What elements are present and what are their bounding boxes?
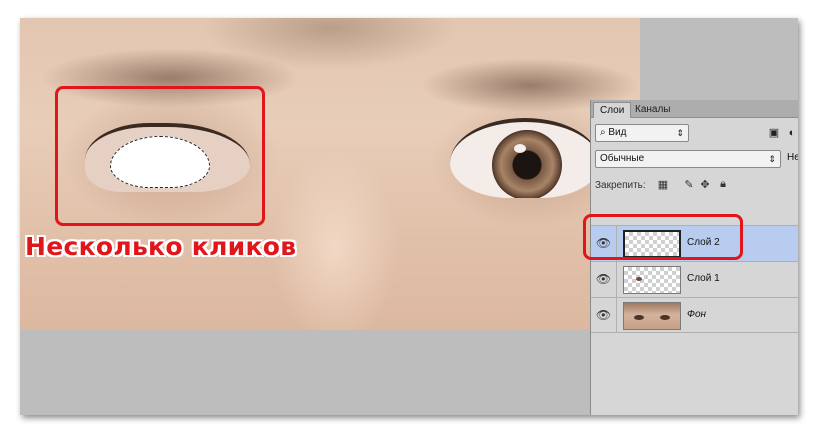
updown-arrows-icon: ⇕ [676,128,684,138]
lock-row: Закрепить: ▦ ✎ ✥ 🔒︎ [591,178,798,194]
filter-row: ⌕ Вид ⇕ ▣ ◐ [591,124,798,144]
tab-layers[interactable]: Слои [593,102,632,118]
lock-transparent-icon[interactable]: ▦ [657,178,669,191]
lock-all-icon[interactable]: 🔒︎ [717,178,729,191]
tab-channels[interactable]: Каналы [629,102,677,118]
screenshot-frame: Несколько кликов Слои Каналы ⌕ Вид ⇕ ▣ ◐… [20,18,798,415]
right-eyelid [450,118,600,198]
eye-visibility-icon[interactable]: 👁︎ [591,262,617,297]
blend-row: Обычные ⇕ Не [591,150,798,170]
thumb-mark [636,277,642,281]
layer-row[interactable]: 👁︎ Слой 1 [591,261,798,297]
callout-box-layer [583,214,743,260]
iris [492,130,562,198]
updown-arrows-icon: ⇕ [768,154,776,164]
adjustment-filter-icon[interactable]: ◐ [785,126,798,140]
lock-move-icon[interactable]: ✥ [699,178,711,191]
layers-panel: Слои Каналы ⌕ Вид ⇕ ▣ ◐ Обычные ⇕ Не Зак… [583,100,798,415]
eye-visibility-icon[interactable]: 👁︎ [591,298,617,332]
right-eye [450,118,600,198]
image-canvas[interactable]: Несколько кликов [20,18,640,330]
blend-mode-label: Обычные [600,153,645,164]
blend-mode-select[interactable]: Обычные ⇕ [595,150,781,168]
thumb-eye [634,315,644,320]
layer-row[interactable]: 👁︎ Фон [591,297,798,333]
opacity-label: Не [787,152,798,163]
callout-text: Несколько кликов [25,232,297,261]
layer-name: Слой 1 [687,273,720,284]
image-filter-icon[interactable]: ▣ [767,126,781,140]
filter-label: Вид [608,127,627,138]
layer-filter-select[interactable]: ⌕ Вид ⇕ [595,124,689,142]
layer-name: Фон [687,309,707,320]
layer-thumbnail [623,266,681,294]
callout-box-eye [55,86,265,226]
eye-glint [514,144,526,153]
lock-paint-icon[interactable]: ✎ [683,178,695,191]
thumb-eye [660,315,670,320]
workspace-background [640,18,798,100]
lock-label: Закрепить: [595,180,646,191]
panel-tabbar: Слои Каналы [591,100,798,118]
layer-thumbnail [623,302,681,330]
